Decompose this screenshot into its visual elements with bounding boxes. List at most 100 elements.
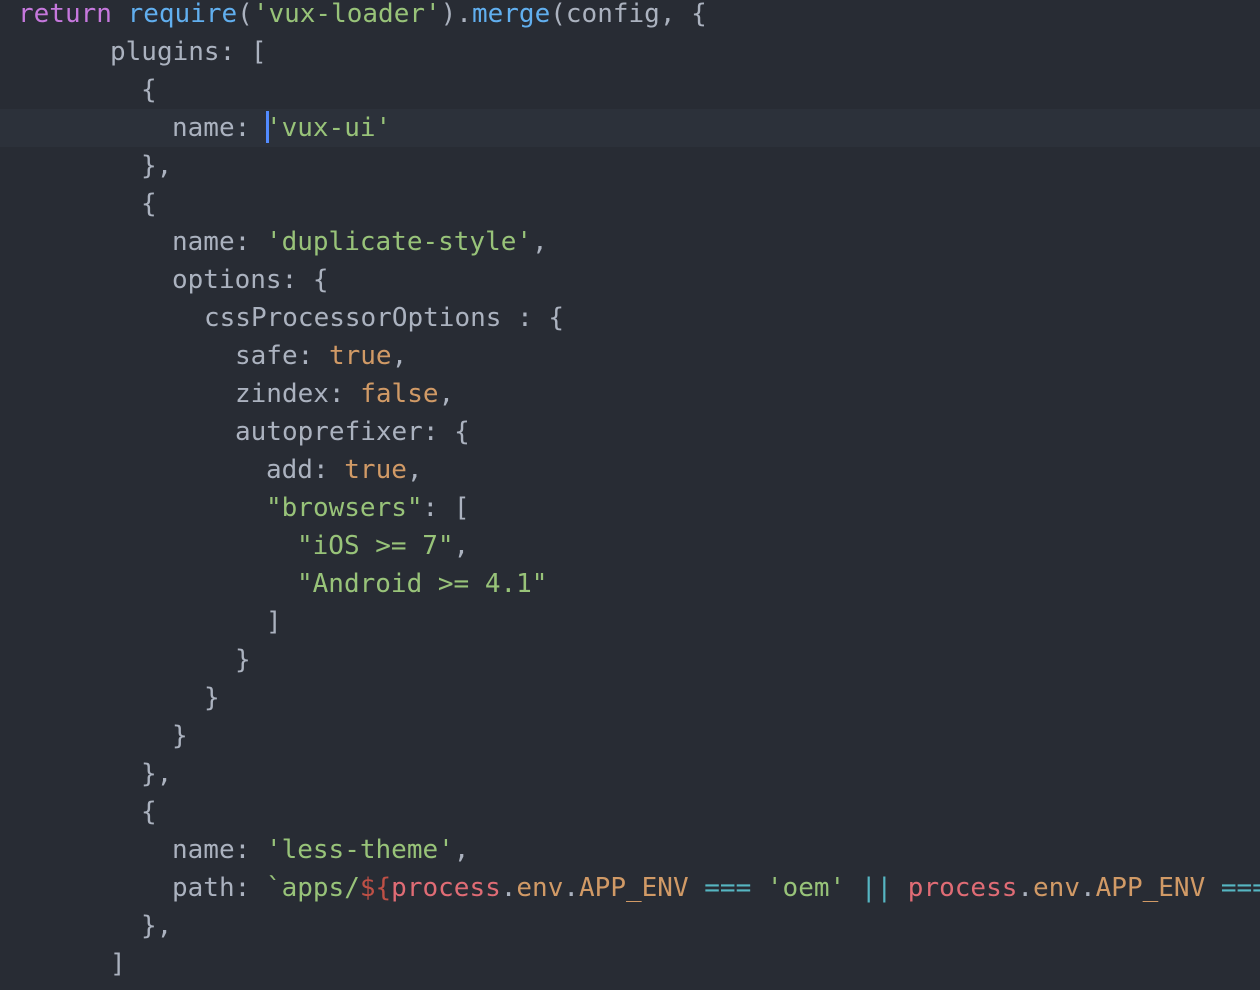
code-token: .	[500, 873, 517, 903]
code-token: true	[344, 455, 407, 485]
code-token: "Android >= 4.1"	[297, 569, 548, 599]
code-token: ,	[453, 531, 470, 561]
code-token: ).	[440, 0, 472, 29]
code-token: add	[266, 455, 313, 485]
code-line[interactable]: "iOS >= 7",	[0, 527, 1260, 565]
code-line-content: },	[141, 755, 172, 793]
code-line[interactable]: },	[0, 907, 1260, 945]
code-token: .	[1080, 873, 1096, 903]
code-token: "iOS >= 7"	[297, 531, 454, 561]
code-token: : [	[422, 493, 470, 523]
code-token: `apps/	[265, 873, 360, 903]
code-line[interactable]: options: {	[0, 261, 1260, 299]
code-line[interactable]: cssProcessorOptions : {	[0, 299, 1260, 337]
code-line[interactable]: }	[0, 641, 1260, 679]
code-line[interactable]: "browsers": [	[0, 489, 1260, 527]
text-cursor	[265, 110, 269, 143]
code-token: 'vux-loader'	[252, 0, 441, 29]
code-token: env	[516, 873, 564, 903]
code-line-content: plugins: [	[110, 33, 267, 71]
code-line-content: },	[141, 907, 172, 945]
code-line[interactable]: ]	[0, 603, 1260, 641]
code-token: env	[1033, 873, 1080, 903]
code-line[interactable]: "Android >= 4.1"	[0, 565, 1260, 603]
code-token: 'vux-ui'	[265, 113, 392, 143]
code-token: ,	[453, 835, 470, 865]
code-editor[interactable]: return require('vux-loader').merge(confi…	[0, 0, 1260, 990]
code-line-content: {	[141, 185, 157, 223]
code-token: name	[172, 835, 235, 865]
code-token: (	[237, 0, 253, 29]
code-line-content: },	[141, 147, 172, 185]
code-token: APP_ENV	[1095, 873, 1206, 903]
code-line[interactable]: },	[0, 147, 1260, 185]
code-token: :	[234, 113, 266, 143]
code-token: }	[235, 645, 251, 675]
code-line[interactable]: },	[0, 755, 1260, 793]
code-token: {	[141, 189, 157, 219]
code-token: {	[141, 75, 157, 105]
code-line-content: {	[141, 71, 157, 109]
code-token: path	[172, 873, 235, 903]
code-line[interactable]: name: 'less-theme',	[0, 831, 1260, 869]
code-token: },	[141, 151, 173, 181]
code-line[interactable]: {	[0, 793, 1260, 831]
code-line-content: }	[204, 679, 220, 717]
code-token: APP_ENV	[579, 873, 689, 903]
code-token: .	[563, 873, 580, 903]
code-token: : [	[219, 37, 267, 67]
code-token: 'less-theme'	[265, 835, 454, 865]
code-token: }	[204, 683, 220, 713]
code-token: :	[297, 341, 329, 371]
code-token: },	[141, 759, 173, 789]
code-token: ]	[110, 949, 126, 979]
code-token: return	[18, 0, 112, 29]
code-token: :	[234, 835, 266, 865]
code-line-content: "browsers": [	[266, 489, 470, 527]
code-token: process	[391, 873, 501, 903]
code-token: options	[172, 265, 282, 295]
code-line[interactable]: zindex: false,	[0, 375, 1260, 413]
code-line-content: ]	[266, 603, 282, 641]
code-token: .	[1017, 873, 1034, 903]
code-line[interactable]: }	[0, 679, 1260, 717]
code-token: merge	[471, 0, 551, 29]
code-line[interactable]: path: `apps/${process.env.APP_ENV === 'o…	[0, 869, 1260, 907]
code-token: safe	[235, 341, 298, 371]
code-token: name	[172, 227, 235, 257]
code-line-content: autoprefixer: {	[235, 413, 470, 451]
code-token: :	[234, 227, 266, 257]
code-token: ,	[438, 379, 455, 409]
code-token: ,	[391, 341, 408, 371]
code-line-content: ]	[110, 945, 126, 983]
code-token: false	[360, 379, 439, 409]
code-token: }	[172, 721, 188, 751]
active-code-line[interactable]: name: 'vux-ui'	[0, 109, 1260, 147]
code-line-content: cssProcessorOptions : {	[204, 299, 564, 337]
code-token: :	[312, 455, 345, 485]
code-line[interactable]: plugins: [	[0, 33, 1260, 71]
code-line[interactable]: {	[0, 71, 1260, 109]
code-token: ===	[1220, 873, 1260, 903]
code-line-content: }	[235, 641, 251, 679]
code-line[interactable]: name: 'duplicate-style',	[0, 223, 1260, 261]
code-line[interactable]: autoprefixer: {	[0, 413, 1260, 451]
code-line-content: add: true,	[266, 451, 423, 489]
code-line-content: path: `apps/${process.env.APP_ENV === 'o…	[172, 869, 1260, 907]
code-line[interactable]: {	[0, 185, 1260, 223]
code-line[interactable]: return require('vux-loader').merge(confi…	[0, 0, 1260, 33]
code-token: true	[328, 341, 392, 371]
code-token: : {	[422, 417, 470, 447]
code-line-content: "iOS >= 7",	[297, 527, 469, 565]
code-line[interactable]: ]	[0, 945, 1260, 983]
code-line[interactable]: safe: true,	[0, 337, 1260, 375]
code-token: cssProcessorOptions	[204, 303, 502, 333]
code-line[interactable]: }	[0, 717, 1260, 755]
code-token: : {	[281, 265, 329, 295]
code-token: :	[234, 873, 266, 903]
code-line[interactable]: add: true,	[0, 451, 1260, 489]
code-line-content: {	[141, 793, 157, 831]
